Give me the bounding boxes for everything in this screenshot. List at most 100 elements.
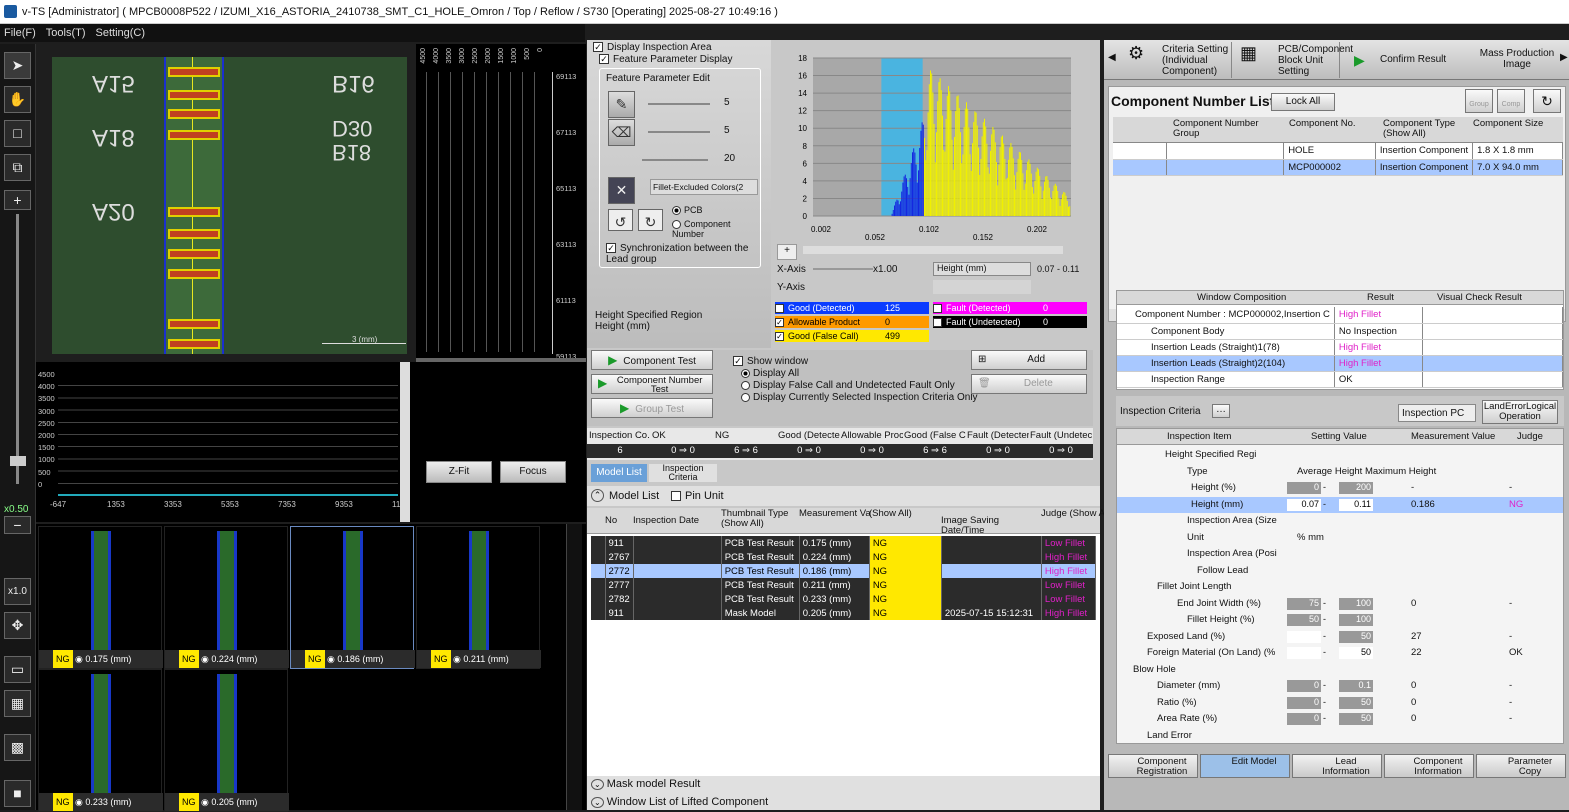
- tab-inspection-criteria[interactable]: Inspection Criteria: [649, 464, 717, 482]
- setting-min[interactable]: 50: [1287, 614, 1321, 626]
- criteria-row[interactable]: Unit % mm: [1117, 530, 1563, 546]
- group-button[interactable]: Group: [1465, 89, 1493, 113]
- criteria-row[interactable]: Area Rate (%) 0-50 0-: [1117, 711, 1563, 727]
- delete-button[interactable]: 🗑 Delete: [971, 374, 1087, 394]
- criteria-row[interactable]: Fillet Height (%) 50- 100: [1117, 612, 1563, 628]
- bottom-tab-3[interactable]: Component Information: [1384, 754, 1474, 778]
- setting-max[interactable]: 0.11: [1339, 498, 1373, 511]
- zoom-reset-button[interactable]: x1.0: [4, 578, 31, 605]
- display-all-radio[interactable]: [741, 368, 750, 378]
- setting-min[interactable]: 0: [1287, 696, 1321, 709]
- table-row[interactable]: Insertion Leads (Straight)2(104) High Fil…: [1117, 355, 1563, 372]
- criteria-row[interactable]: Fillet Joint Length: [1117, 579, 1563, 595]
- pcb-radio[interactable]: [672, 206, 681, 216]
- component-test-button[interactable]: ▶ Component Test: [591, 350, 713, 370]
- confirm-result-button[interactable]: ▶ Confirm Result: [1344, 42, 1458, 78]
- setting-min[interactable]: 0: [1287, 713, 1321, 725]
- redo-icon[interactable]: ↻: [638, 209, 663, 231]
- sync-checkbox[interactable]: ✓: [606, 243, 616, 254]
- color-select[interactable]: Fillet-Excluded Colors(2: [650, 179, 758, 195]
- mass-production-button[interactable]: Mass Production Image: [1474, 42, 1560, 78]
- table-row[interactable]: Insertion Leads (Straight)1(78) High Fill…: [1117, 339, 1563, 356]
- blur-slider[interactable]: [642, 159, 708, 161]
- eraser-icon[interactable]: ⌫: [608, 119, 635, 146]
- criteria-more-button[interactable]: …: [1212, 404, 1230, 418]
- lifted-component-section[interactable]: ⌄ Window List of Lifted Component: [591, 796, 768, 808]
- bottom-tab-4[interactable]: Parameter Copy: [1476, 754, 1566, 778]
- setting-min[interactable]: 0: [1287, 482, 1321, 494]
- focus-button[interactable]: Focus: [500, 461, 566, 483]
- setting-min[interactable]: 75: [1287, 597, 1321, 610]
- group-test-button[interactable]: ▶ Group Test: [591, 398, 713, 418]
- bottom-tab-2[interactable]: Lead Information: [1292, 754, 1382, 778]
- inspection-pc-select[interactable]: Inspection PC: [1398, 404, 1476, 422]
- pen-icon[interactable]: ✎: [608, 91, 635, 118]
- clear-icon[interactable]: ✕: [608, 177, 635, 204]
- mask-model-section[interactable]: ⌄ Mask model Result: [591, 778, 700, 790]
- criteria-row[interactable]: Height Specified Regi: [1117, 447, 1563, 463]
- table-row[interactable]: Component Number : MCP000002,Insertion C…: [1117, 307, 1563, 324]
- scroll-left-icon[interactable]: ◀: [1108, 52, 1116, 63]
- table-row[interactable]: 2777 PCB Test Result 0.211 (mm) NG Low Fille…: [591, 578, 1097, 592]
- copy-area-icon[interactable]: ⧉: [4, 154, 31, 181]
- criteria-row[interactable]: Foreign Material (On Land) (% 0- 50 22 OK: [1117, 645, 1563, 661]
- thumbnail[interactable]: NG ◉ 0.224 (mm): [164, 526, 289, 669]
- add-button[interactable]: ⊞ Add: [971, 350, 1087, 370]
- criteria-row[interactable]: Height (%) 0-200- -: [1117, 480, 1563, 496]
- pen-size-slider[interactable]: [648, 103, 710, 105]
- criteria-row[interactable]: End Joint Width (%) 75-100 0-: [1117, 596, 1563, 612]
- select-area-icon[interactable]: □: [4, 120, 31, 147]
- criteria-row[interactable]: Inspection Area (Posi: [1117, 546, 1563, 562]
- legend-item[interactable]: ✓ Fault (Detected) 0: [933, 302, 1087, 314]
- setting-max[interactable]: 100: [1339, 597, 1373, 610]
- criteria-row[interactable]: Exposed Land (%) 0-50 27-: [1117, 629, 1563, 645]
- param-display-checkbox[interactable]: ✓: [599, 54, 609, 65]
- lock-all-button[interactable]: Lock All: [1271, 93, 1335, 111]
- setting-min[interactable]: 0: [1287, 680, 1321, 692]
- menu-setting[interactable]: Setting(C): [96, 27, 146, 39]
- undo-icon[interactable]: ↺: [608, 209, 633, 231]
- setting-max[interactable]: 50: [1339, 713, 1373, 725]
- table-row[interactable]: 911 PCB Test Result 0.175 (mm) NG Low Fillet: [591, 536, 1097, 550]
- legend-item[interactable]: ✓ Good (False Call) 499: [775, 330, 929, 342]
- criteria-row[interactable]: Height (mm) 0.07- 0.11 0.186 NG: [1117, 496, 1563, 513]
- criteria-row[interactable]: Diameter (mm) 0-0.1 0-: [1117, 678, 1563, 694]
- bottom-tab-1[interactable]: Edit Model: [1200, 754, 1290, 778]
- legend-item[interactable]: ✓ Good (Detected) 125: [775, 302, 929, 314]
- show-window-checkbox[interactable]: ✓: [733, 356, 743, 367]
- bottom-tab-0[interactable]: Component Registration: [1108, 754, 1198, 778]
- inspection-image[interactable]: A15 B16 A18 D30 B18 A20 3 (mm): [52, 57, 407, 354]
- setting-max[interactable]: 100: [1339, 614, 1373, 626]
- z-fit-button[interactable]: Z-Fit: [426, 461, 492, 483]
- table-row[interactable]: MCP000002 Insertion Component 7.0 X 94.0 m…: [1113, 159, 1563, 176]
- component-number-test-button[interactable]: ▶ Component Number Test: [591, 374, 713, 394]
- current-criteria-radio[interactable]: [741, 392, 750, 402]
- hand-tool-icon[interactable]: ✋: [4, 86, 31, 113]
- criteria-row[interactable]: Follow Lead: [1117, 563, 1563, 579]
- collapse-icon[interactable]: ⌃: [591, 489, 604, 502]
- table-row[interactable]: 2782 PCB Test Result 0.233 (mm) NG Low Fille…: [591, 592, 1097, 606]
- setting-max[interactable]: 50: [1339, 696, 1373, 709]
- display-area-checkbox[interactable]: ✓: [593, 42, 603, 53]
- setting-max[interactable]: 0.1: [1339, 680, 1373, 692]
- zoom-slider-thumb[interactable]: [10, 456, 26, 466]
- setting-min[interactable]: 0: [1287, 647, 1321, 659]
- table-row[interactable]: HOLE Insertion Component 1.8 X 1.8 mm: [1113, 143, 1563, 160]
- setting-min[interactable]: 0: [1287, 630, 1321, 643]
- menu-tools[interactable]: Tools(T): [46, 27, 86, 39]
- criteria-row[interactable]: Blow Hole: [1117, 662, 1563, 678]
- table-row[interactable]: 2767 PCB Test Result 0.224 (mm) NG High Fill…: [591, 550, 1097, 564]
- component-radio[interactable]: [672, 220, 681, 230]
- land-error-logical-button[interactable]: LandErrorLogical Operation: [1482, 400, 1558, 424]
- criteria-setting-button[interactable]: ⚙ Criteria Setting (Individual Component): [1122, 42, 1232, 78]
- thumbnail[interactable]: NG ◉ 0.211 (mm): [416, 526, 541, 669]
- setting-max[interactable]: 50: [1339, 630, 1373, 643]
- pin-unit-checkbox[interactable]: [671, 491, 681, 502]
- thumbnail[interactable]: NG ◉ 0.233 (mm): [38, 669, 163, 812]
- comp-button[interactable]: Comp: [1497, 89, 1525, 113]
- fit-icon[interactable]: ✥: [4, 612, 31, 639]
- grid-icon[interactable]: ▦: [4, 690, 31, 717]
- table-row[interactable]: Inspection Range OK: [1117, 371, 1563, 388]
- criteria-row[interactable]: Ratio (%) 0-50 0-: [1117, 695, 1563, 711]
- table-row[interactable]: Component Body No Inspection: [1117, 323, 1563, 340]
